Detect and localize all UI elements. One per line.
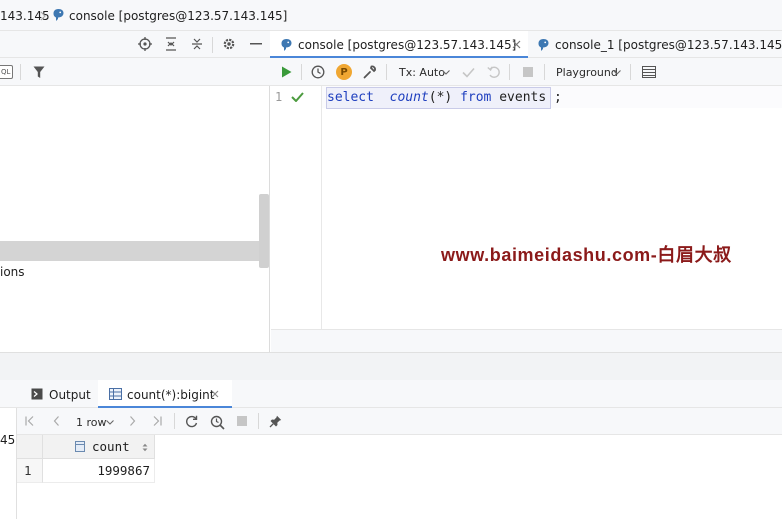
locate-icon[interactable] [137, 36, 153, 52]
line-number: 1 [275, 90, 283, 104]
collapse-all-icon[interactable] [189, 36, 205, 52]
table-name: events [499, 90, 547, 105]
tab-label: console [postgres@123.57.143.145] [298, 38, 517, 52]
close-icon[interactable] [510, 38, 522, 50]
column-header-label: count [92, 439, 130, 454]
result-toolbar: 1 row [17, 408, 782, 435]
left-strip-text: 45 [0, 433, 16, 447]
first-page-icon[interactable] [23, 414, 37, 428]
editor-gutter: 1 [271, 86, 322, 329]
column-icon [74, 440, 86, 453]
postgres-icon [536, 37, 550, 52]
pin-icon[interactable] [268, 414, 282, 428]
watermark-text: www.baimeidashu.com-白眉大叔 [441, 245, 732, 265]
services-tab-bar: Output count(*):bigint [0, 380, 782, 408]
expand-all-icon[interactable] [163, 36, 179, 52]
database-explorer-header [0, 31, 270, 58]
database-tree[interactable]: ions [0, 86, 270, 352]
tab-result[interactable]: count(*):bigint [98, 380, 232, 408]
execute-icon[interactable] [278, 64, 294, 80]
tab-console-1[interactable]: console_1 [postgres@123.57.143.145] [528, 31, 782, 58]
toolbar-separator [509, 64, 510, 80]
tab-label: console_1 [postgres@123.57.143.145] [555, 38, 782, 52]
history-icon[interactable] [310, 64, 326, 80]
toolbar-separator [174, 413, 175, 429]
schema-select[interactable]: Playground [556, 66, 618, 80]
tree-selected-row[interactable] [0, 241, 260, 261]
filter-icon[interactable] [31, 64, 47, 80]
tab-result-label: count(*):bigint [127, 388, 215, 402]
breadcrumb-console[interactable]: console [postgres@123.57.143.145] [69, 8, 287, 24]
check-icon [290, 90, 304, 104]
hide-panel-icon[interactable] [248, 36, 264, 52]
cell-value: 1999867 [97, 463, 150, 478]
editor-toolbar: P Tx: Auto Playground [270, 58, 782, 86]
row-number-cell[interactable]: 1 [17, 459, 43, 483]
postgres-icon [51, 7, 65, 23]
commit-icon[interactable] [460, 64, 476, 80]
tab-console-active[interactable]: console [postgres@123.57.143.145] [270, 31, 528, 58]
chevron-down-icon[interactable] [442, 67, 450, 77]
tree-scrollbar[interactable] [259, 194, 269, 268]
table-view-icon[interactable] [641, 64, 657, 80]
database-explorer-toolbar: QL [0, 58, 270, 86]
row-number: 1 [24, 463, 32, 478]
editor-status-area [271, 329, 782, 352]
keyword-select: select [327, 90, 374, 105]
postgres-icon [279, 37, 293, 52]
column-header-count[interactable]: count [43, 435, 155, 459]
toolbar-separator [20, 64, 21, 80]
code-semicolon: ; [554, 90, 562, 105]
toolbar-separator [544, 64, 545, 80]
wrench-icon[interactable] [362, 64, 378, 80]
breadcrumb-bar: 143.145 console [postgres@123.57.143.145… [0, 0, 782, 31]
toolbar-separator [301, 64, 302, 80]
editor-tab-bar: console [postgres@123.57.143.145] consol… [270, 31, 782, 58]
stop-icon[interactable] [520, 64, 536, 80]
rollback-icon[interactable] [486, 64, 502, 80]
toolbar-separator [212, 37, 213, 53]
gear-icon[interactable] [221, 36, 237, 52]
toolbar-separator [386, 64, 387, 80]
last-page-icon[interactable] [150, 414, 164, 428]
chevron-down-icon[interactable] [106, 417, 114, 427]
close-icon[interactable] [210, 389, 220, 399]
grid-corner [17, 435, 43, 459]
stop-icon[interactable] [235, 414, 249, 428]
function-count: count [389, 90, 429, 105]
row-count-select[interactable]: 1 row [76, 416, 107, 430]
cancel-query-icon[interactable] [209, 414, 225, 430]
explain-plan-icon[interactable]: P [336, 64, 352, 80]
breadcrumb-chevron-icon [38, 8, 48, 24]
output-icon [30, 387, 44, 401]
result-grid[interactable]: count 1 1999867 [17, 435, 782, 519]
left-strip: 45 [0, 408, 17, 519]
code-editor[interactable]: select count(*) from events ; [327, 90, 562, 106]
previous-page-icon[interactable] [49, 414, 63, 428]
code-args: (*) [428, 90, 453, 105]
keyword-from: from [460, 90, 492, 105]
toolbar-separator [630, 64, 631, 80]
next-page-icon[interactable] [125, 414, 139, 428]
tab-output[interactable]: Output [49, 387, 91, 403]
sql-console-icon[interactable]: QL [0, 65, 13, 79]
sql-badge-text: QL [1, 68, 11, 76]
panel-splitter[interactable] [0, 352, 782, 380]
chevron-down-icon[interactable] [613, 67, 621, 77]
tree-item-label[interactable]: ions [0, 264, 25, 280]
tx-mode-select[interactable]: Tx: Auto [399, 66, 445, 80]
grid-icon [108, 387, 122, 401]
toolbar-separator [258, 413, 259, 429]
sort-icon[interactable] [140, 441, 150, 453]
refresh-icon[interactable] [184, 414, 198, 428]
table-cell[interactable]: 1999867 [43, 459, 155, 483]
